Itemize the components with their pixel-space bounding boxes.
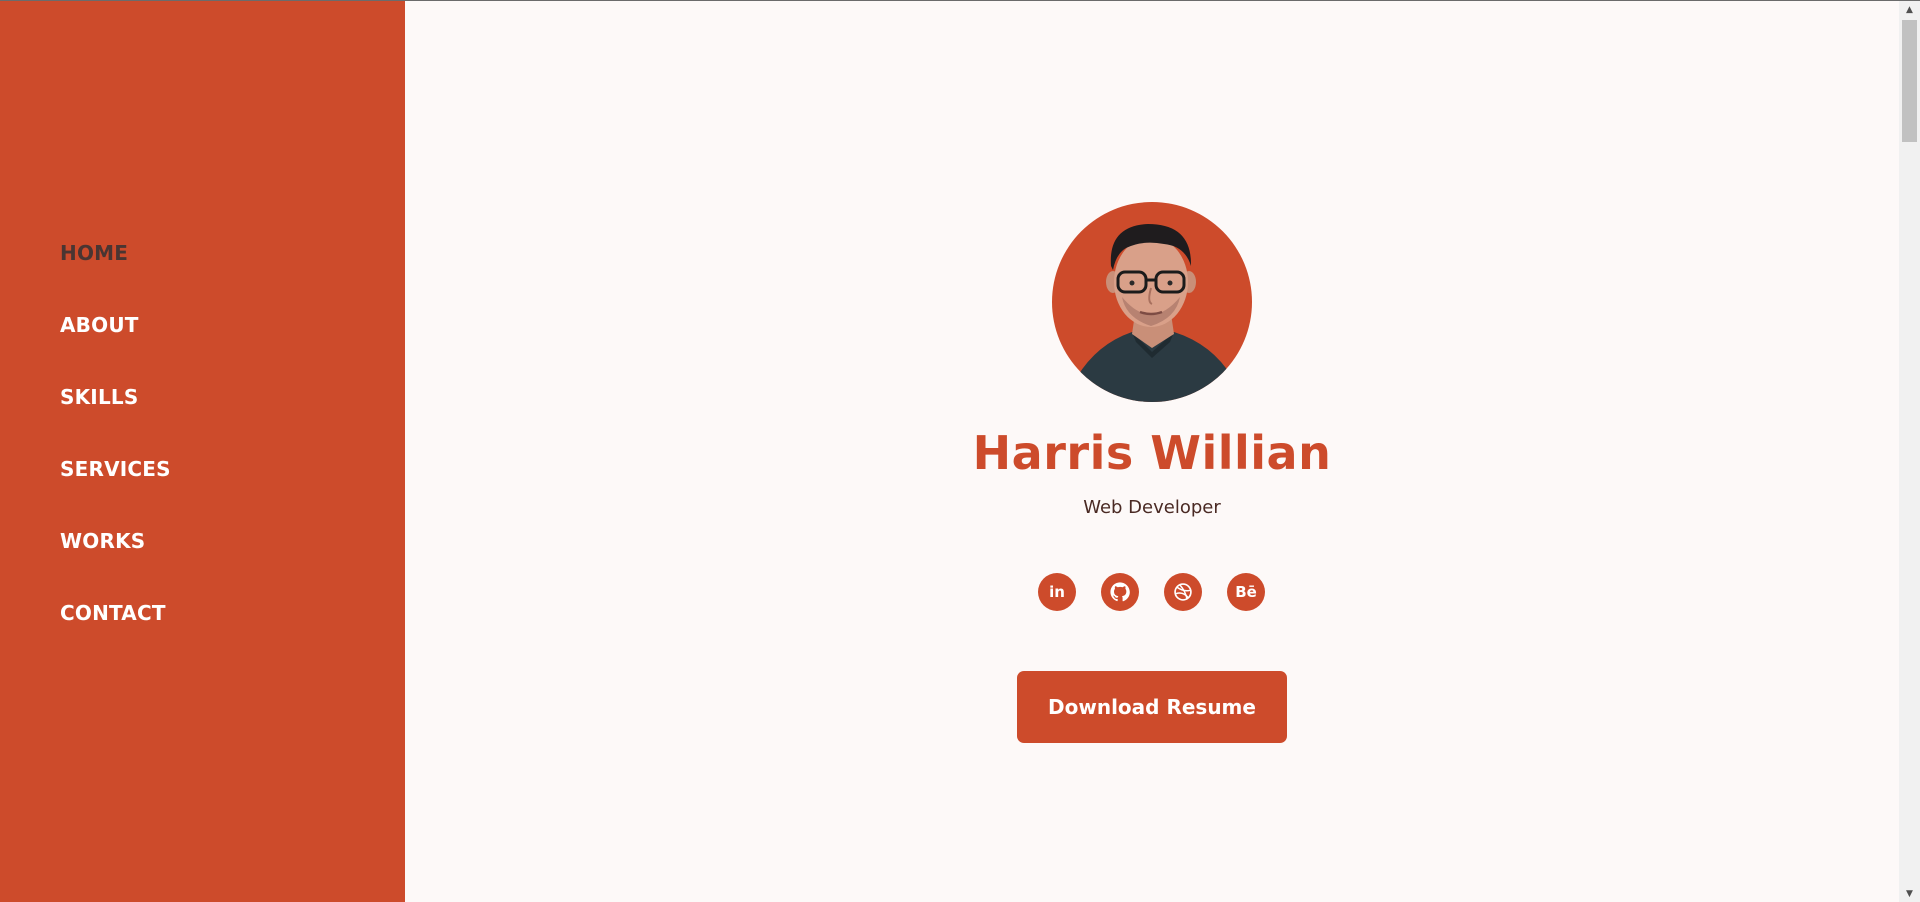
download-resume-button[interactable]: Download Resume [1017, 671, 1287, 743]
linkedin-icon: in [1049, 583, 1065, 601]
scrollbar-thumb[interactable] [1902, 20, 1917, 142]
profile-name: Harris Willian [972, 426, 1332, 480]
main-content: Harris Willian Web Developer in Bē Downl… [405, 1, 1899, 902]
nav-item-home: HOME [60, 225, 171, 297]
nav-link-works[interactable]: WORKS [60, 513, 145, 569]
nav-item-contact: CONTACT [60, 585, 171, 657]
nav-item-services: SERVICES [60, 441, 171, 513]
scroll-down-arrow-icon[interactable]: ▼ [1899, 885, 1920, 902]
nav-link-contact[interactable]: CONTACT [60, 585, 166, 641]
nav-link-home[interactable]: HOME [60, 225, 128, 281]
social-links: in Bē [1038, 573, 1265, 611]
nav-link-about[interactable]: ABOUT [60, 297, 139, 353]
dribbble-link[interactable] [1164, 573, 1202, 611]
github-link[interactable] [1101, 573, 1139, 611]
linkedin-link[interactable]: in [1038, 573, 1076, 611]
nav-item-works: WORKS [60, 513, 171, 585]
page-scrollbar[interactable]: ▲ ▼ [1899, 1, 1920, 902]
nav-item-about: ABOUT [60, 297, 171, 369]
behance-link[interactable]: Bē [1227, 573, 1265, 611]
nav-menu: HOME ABOUT SKILLS SERVICES WORKS CONTACT [60, 225, 171, 657]
nav-link-skills[interactable]: SKILLS [60, 369, 138, 425]
nav-item-skills: SKILLS [60, 369, 171, 441]
nav-link-services[interactable]: SERVICES [60, 441, 171, 497]
dribbble-icon [1174, 583, 1192, 601]
profile-role: Web Developer [1083, 497, 1221, 518]
sidebar: HOME ABOUT SKILLS SERVICES WORKS CONTACT [0, 1, 405, 902]
github-icon [1110, 582, 1130, 602]
scroll-up-arrow-icon[interactable]: ▲ [1899, 1, 1920, 18]
profile-avatar [1052, 202, 1252, 402]
behance-icon: Bē [1235, 583, 1257, 601]
profile-photo [1077, 224, 1232, 402]
